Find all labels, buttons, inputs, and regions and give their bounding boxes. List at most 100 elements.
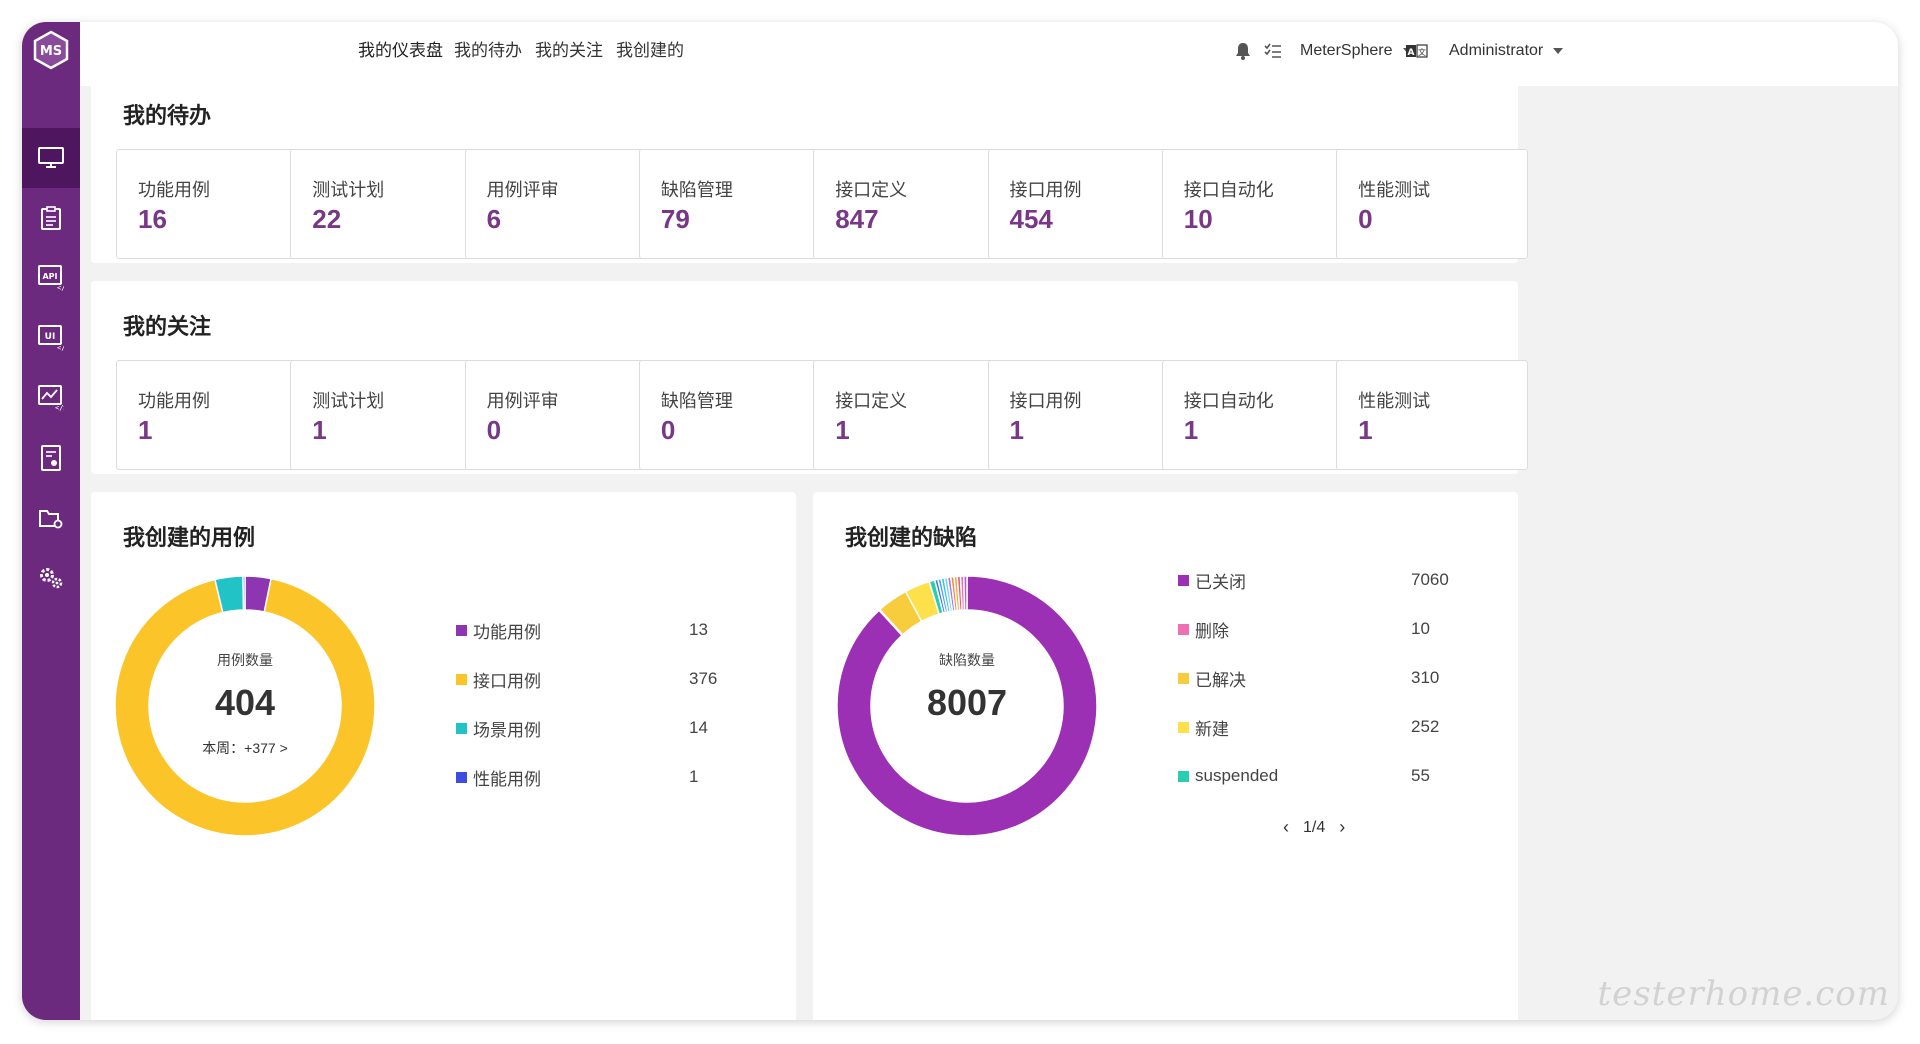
ui-icon: UI</> (38, 325, 64, 351)
stat-box[interactable]: 缺陷管理 0 (638, 360, 831, 470)
stat-value: 22 (312, 204, 342, 234)
api-icon: API</> (38, 265, 64, 291)
created-cases-card: 我创建的用例 用例数量 404 本周：+377 > 功能用例 13 接口用例 376 场… (91, 492, 796, 1020)
chevron-left-icon[interactable]: ‹ (1283, 817, 1289, 838)
nav-api[interactable]: API</> (22, 248, 80, 308)
stat-box[interactable]: 接口自动化 1 (1161, 360, 1354, 470)
todo-card: 我的待办 功能用例 16 测试计划 22 用例评审 6 缺陷管理 79 接口定义 847 接口用例 4… (91, 70, 1529, 263)
legend-item[interactable]: 删除 (1178, 617, 1229, 641)
svg-text:</>: </> (55, 404, 64, 411)
follow-card: 我的关注 功能用例 1 测试计划 1 用例评审 0 缺陷管理 0 接口定义 1 接口用例 1 接口自动化… (91, 281, 1529, 474)
nav-dashboard[interactable] (22, 128, 80, 188)
svg-text:A: A (1408, 48, 1415, 58)
legend-value: 10 (1411, 619, 1430, 638)
nav-ui[interactable]: UI</> (22, 308, 80, 368)
stat-box[interactable]: 用例评审 6 (464, 149, 657, 259)
legend-item[interactable]: 已解决 (1178, 666, 1246, 690)
monitor-icon (38, 147, 64, 168)
project-folder-icon (39, 510, 63, 529)
legend-page-indicator: 1/4 (1303, 818, 1326, 836)
legend-swatch (456, 673, 467, 685)
created-bugs-title: 我创建的缺陷 (845, 525, 978, 550)
stat-box[interactable]: 性能测试 0 (1336, 149, 1529, 259)
stat-label: 性能测试 (1358, 180, 1431, 200)
stat-box[interactable]: 接口定义 1 (813, 360, 1006, 470)
donut-slice[interactable] (962, 575, 968, 611)
stat-value: 10 (1183, 204, 1213, 234)
stat-value: 454 (1009, 204, 1053, 234)
app-window: MS API</> UI</> </> 我的仪表盘 我的待办 我的关注 (22, 22, 1898, 1020)
nav-project[interactable] (22, 488, 80, 548)
bugs-total: 8007 (926, 682, 1008, 723)
legend-item[interactable]: 场景用例 (456, 716, 541, 740)
follow-title: 我的关注 (123, 314, 212, 339)
stat-value: 16 (138, 204, 167, 234)
stat-box[interactable]: 接口自动化 10 (1161, 149, 1354, 259)
stat-box[interactable]: 接口用例 1 (987, 360, 1180, 470)
stat-box[interactable]: 性能测试 1 (1336, 360, 1529, 470)
stat-box[interactable]: 用例评审 0 (464, 360, 657, 470)
bell-icon (1236, 43, 1250, 60)
legend-value: 1 (689, 767, 699, 786)
legend-pager: ‹ 1/4 › (1283, 817, 1345, 838)
stat-label: 接口定义 (835, 180, 908, 200)
legend-item[interactable]: 性能用例 (456, 765, 541, 789)
legend-label: 已解决 (1195, 670, 1246, 690)
cases-center-label: 用例数量 (217, 652, 273, 668)
stat-value: 1 (312, 415, 327, 445)
legend-label: 新建 (1195, 719, 1229, 739)
nav-settings[interactable] (22, 548, 80, 608)
stat-box[interactable]: 接口用例 454 (987, 149, 1180, 259)
metersphere-logo[interactable]: MS (31, 30, 71, 70)
svg-text:MS: MS (40, 44, 62, 59)
legend-item[interactable]: 已关闭 (1178, 568, 1246, 592)
stat-label: 缺陷管理 (660, 391, 733, 411)
chevron-right-icon[interactable]: › (1339, 817, 1345, 838)
legend-swatch (1178, 672, 1189, 684)
stat-label: 接口自动化 (1183, 180, 1274, 200)
legend-value: 7060 (1411, 570, 1449, 589)
legend-item[interactable]: suspended (1178, 764, 1278, 788)
stat-value: 0 (1358, 204, 1373, 234)
nav-test-track[interactable] (22, 188, 80, 248)
stat-label: 接口用例 (1009, 180, 1082, 200)
cases-weekly-link[interactable]: 本周：+377 > (113, 738, 377, 758)
nav-report[interactable] (22, 428, 80, 488)
stat-label: 性能测试 (1358, 391, 1431, 411)
legend-value: 310 (1411, 668, 1440, 687)
stat-label: 功能用例 (138, 391, 210, 411)
caret-down-icon (1553, 48, 1564, 54)
sidebar: MS API</> UI</> </> (22, 22, 80, 1020)
legend-label: 接口用例 (473, 671, 541, 691)
svg-text:</>: </> (57, 344, 64, 351)
cases-total: 404 (214, 682, 276, 723)
task-list-icon (1264, 43, 1281, 58)
stat-value: 79 (660, 204, 690, 234)
donut-slice[interactable] (242, 575, 246, 611)
svg-text:</>: </> (57, 284, 64, 291)
svg-text:API: API (42, 272, 57, 281)
stat-value: 1 (138, 415, 153, 445)
svg-text:UI: UI (45, 332, 56, 342)
settings-gears-icon (40, 568, 63, 589)
legend-label: 已关闭 (1195, 572, 1246, 592)
legend-value: 13 (689, 620, 708, 639)
legend-item[interactable]: 新建 (1178, 715, 1229, 739)
legend-swatch (1178, 574, 1189, 586)
legend-item[interactable]: 功能用例 (456, 618, 541, 642)
stat-box[interactable]: 缺陷管理 79 (638, 149, 831, 259)
stat-label: 接口定义 (835, 391, 908, 411)
stat-value: 6 (486, 204, 502, 234)
stat-box[interactable]: 测试计划 1 (290, 360, 483, 470)
stat-box[interactable]: 功能用例 1 (116, 360, 308, 470)
stat-box[interactable]: 测试计划 22 (290, 149, 483, 259)
stat-value: 1 (1183, 415, 1199, 445)
legend-item[interactable]: 接口用例 (456, 667, 541, 691)
stat-box[interactable]: 功能用例 16 (116, 149, 308, 259)
stat-value: 0 (486, 415, 502, 445)
nav-performance[interactable]: </> (22, 368, 80, 428)
stat-box[interactable]: 接口定义 847 (813, 149, 1006, 259)
watermark: testerhome.com (1597, 974, 1890, 1014)
stat-value: 847 (835, 204, 879, 234)
created-cases-title: 我创建的用例 (123, 525, 256, 550)
